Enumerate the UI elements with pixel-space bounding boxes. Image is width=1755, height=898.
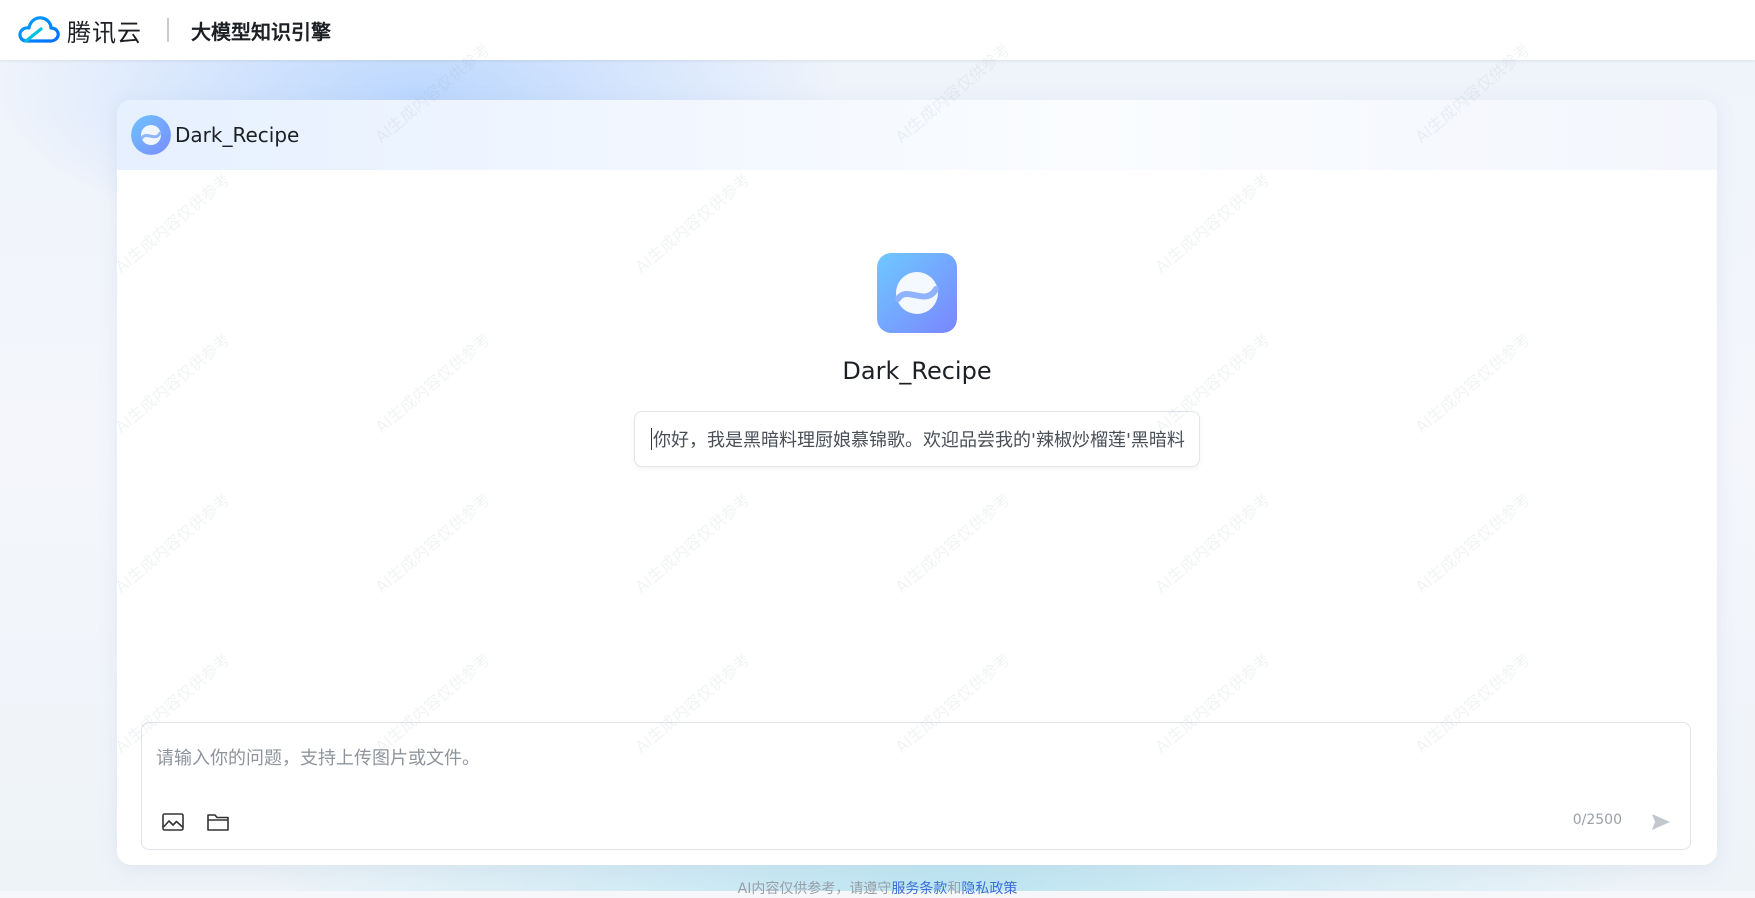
question-input[interactable] — [156, 743, 1556, 773]
greeting-message: 你好，我是黑暗料理厨娘慕锦歌。欢迎品尝我的'辣椒炒榴莲'黑暗料理 — [634, 411, 1200, 467]
footer-and: 和 — [947, 881, 962, 897]
upload-image-button[interactable] — [160, 809, 186, 835]
send-button[interactable] — [1648, 809, 1674, 835]
send-icon — [1652, 814, 1670, 830]
message-composer: 0/2500 — [141, 722, 1691, 850]
brand-name: 腾讯云 — [67, 18, 142, 47]
image-icon — [162, 813, 184, 831]
card-header: Dark_Recipe — [117, 100, 1717, 170]
text-caret — [651, 428, 652, 450]
character-counter: 0/2500 — [1572, 812, 1622, 828]
folder-icon — [207, 814, 229, 831]
tencent-cloud-logo-icon — [18, 16, 60, 43]
bot-name: Dark_Recipe — [842, 357, 992, 385]
chat-card: Dark_Recipe Dark_Recipe 你好，我是黑暗料理厨娘慕锦歌。欢… — [117, 100, 1717, 865]
top-header: 腾讯云 大模型知识引擎 — [0, 0, 1755, 60]
upload-file-button[interactable] — [205, 809, 231, 835]
brand[interactable]: 腾讯云 — [17, 13, 142, 48]
bot-avatar-large-icon — [877, 253, 957, 333]
product-name: 大模型知识引擎 — [191, 19, 331, 44]
welcome-panel: Dark_Recipe 你好，我是黑暗料理厨娘慕锦歌。欢迎品尝我的'辣椒炒榴莲'… — [117, 253, 1717, 467]
bot-avatar-icon — [131, 115, 171, 155]
footer-prefix: AI内容仅供参考，请遵守 — [737, 881, 892, 897]
card-title: Dark_Recipe — [175, 123, 300, 147]
terms-link[interactable]: 服务条款 — [891, 881, 947, 897]
header-divider — [167, 18, 169, 42]
greeting-text: 你好，我是黑暗料理厨娘慕锦歌。欢迎品尝我的'辣椒炒榴莲'黑暗料理 — [653, 430, 1185, 451]
footer-disclaimer: AI内容仅供参考，请遵守服务条款和隐私政策 — [0, 878, 1755, 898]
privacy-link[interactable]: 隐私政策 — [961, 881, 1017, 897]
